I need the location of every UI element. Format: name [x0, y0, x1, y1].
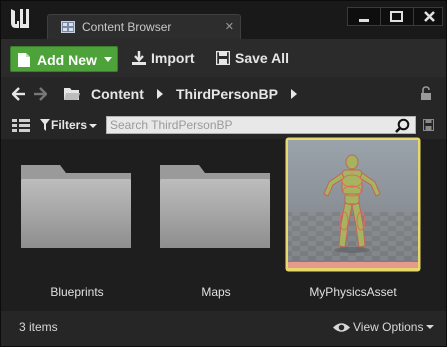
asset-name: Blueprints [50, 285, 104, 299]
item-count: 3 items [19, 320, 58, 334]
back-arrow-icon[interactable] [12, 87, 26, 101]
toolbar: Add New Import Save All [1, 39, 446, 77]
save-icon [216, 51, 230, 65]
save-search-icon[interactable] [423, 119, 434, 131]
content-browser-icon [61, 21, 75, 33]
breadcrumb-thirdpersonbp[interactable]: ThirdPersonBP [176, 86, 278, 102]
folder-open-icon [64, 88, 80, 100]
close-button[interactable] [414, 8, 446, 25]
lock-icon[interactable] [420, 86, 432, 101]
breadcrumb-separator-icon[interactable] [157, 89, 163, 99]
tab-content-browser[interactable]: Content Browser ✕ [47, 14, 241, 39]
forward-arrow-icon[interactable] [33, 87, 47, 101]
asset-view: Blueprints Maps MyPhysicsAsset [1, 137, 446, 311]
breadcrumb-separator-icon[interactable] [291, 89, 297, 99]
view-options-label: View Options [353, 320, 424, 334]
close-icon [424, 11, 435, 22]
new-file-icon [18, 53, 30, 67]
tab-close-icon[interactable]: ✕ [225, 20, 234, 33]
folder-icon [21, 165, 131, 248]
view-options-button[interactable]: View Options [333, 320, 438, 336]
filter-bar: Filters [1, 111, 446, 139]
breadcrumb-content[interactable]: Content [91, 86, 144, 102]
import-icon [132, 51, 146, 65]
search-box [106, 116, 416, 134]
unreal-engine-logo [11, 9, 29, 28]
chevron-down-icon [104, 57, 112, 62]
content-browser-window: Content Browser ✕ Add New Import Save Al… [0, 0, 447, 347]
folder-maps[interactable]: Maps [157, 139, 275, 304]
search-input[interactable] [107, 117, 387, 133]
minimize-button[interactable] [348, 8, 381, 25]
filters-button[interactable]: Filters [51, 118, 87, 132]
folder-icon [160, 165, 270, 248]
maximize-button[interactable] [381, 8, 414, 25]
asset-name: MyPhysicsAsset [309, 285, 397, 299]
maximize-icon [390, 11, 403, 22]
import-button[interactable]: Import [132, 50, 196, 70]
save-all-label: Save All [235, 50, 289, 66]
path-bar: Content ThirdPersonBP [1, 77, 446, 111]
add-new-button[interactable]: Add New [10, 46, 118, 72]
physics-asset-thumbnail [285, 137, 421, 272]
chevron-down-icon [89, 124, 97, 128]
import-label: Import [151, 50, 195, 66]
filter-icon [40, 119, 50, 131]
title-bar: Content Browser ✕ [1, 1, 446, 39]
sources-panel-toggle-icon[interactable] [12, 118, 30, 133]
status-bar: 3 items View Options [1, 311, 446, 346]
eye-icon [333, 323, 350, 332]
save-all-button[interactable]: Save All [216, 50, 292, 70]
window-controls [347, 7, 443, 26]
physics-asset-tile[interactable]: MyPhysicsAsset [284, 137, 422, 304]
add-new-label: Add New [37, 52, 97, 68]
folder-blueprints[interactable]: Blueprints [18, 139, 136, 304]
asset-name: Maps [201, 285, 231, 299]
chevron-down-icon [426, 325, 434, 329]
minimize-icon [359, 19, 369, 22]
tab-title: Content Browser [82, 20, 172, 34]
search-icon[interactable] [395, 118, 410, 133]
